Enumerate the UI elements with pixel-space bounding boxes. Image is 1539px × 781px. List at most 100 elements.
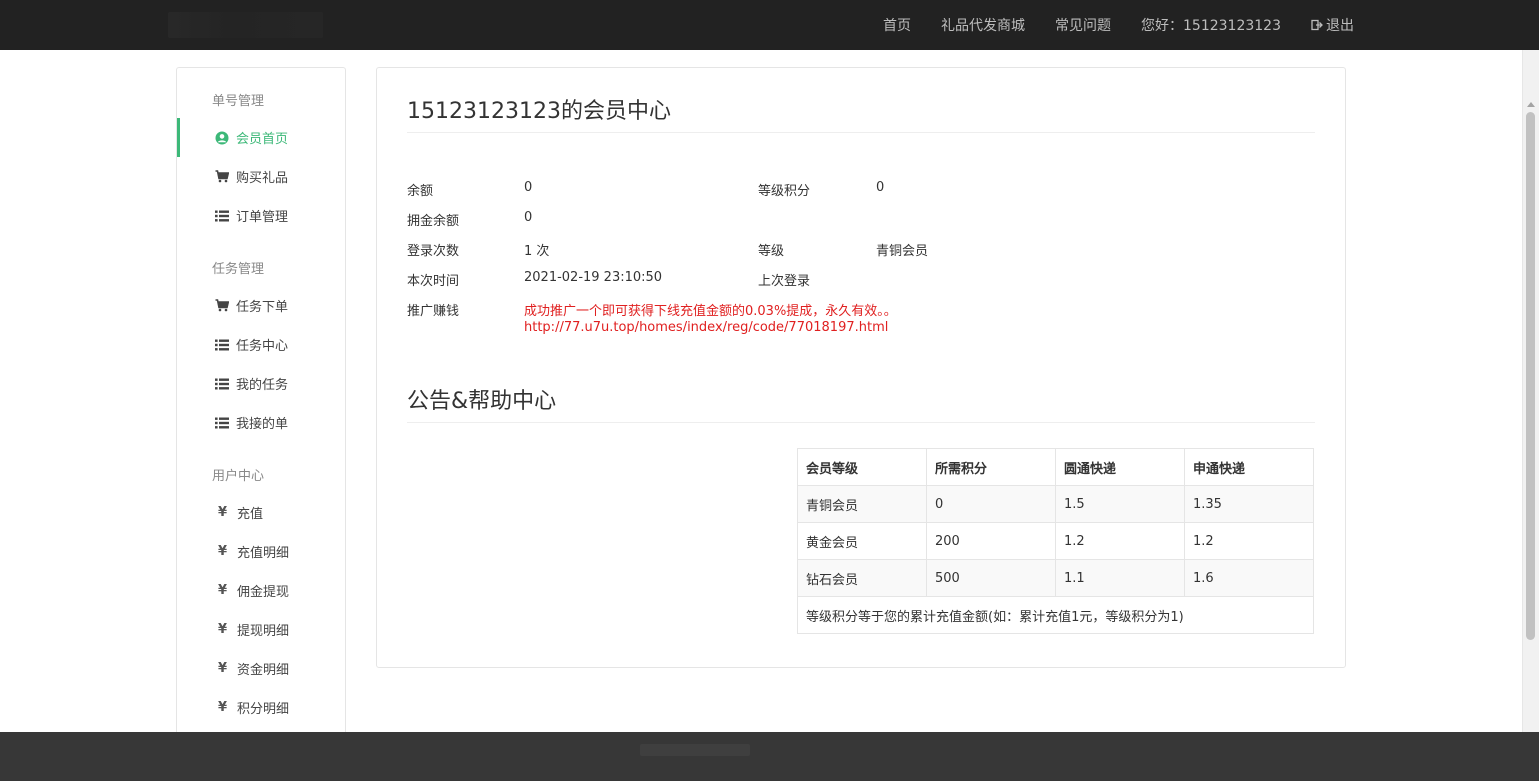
- list-icon: [215, 416, 229, 430]
- table-cell: 钻石会员: [797, 559, 927, 597]
- level-value: 青铜会员: [876, 244, 929, 259]
- notice-section-title: 公告&帮助中心: [407, 389, 557, 414]
- table-cell: 1.6: [1184, 559, 1314, 597]
- sidebar-item-my-tasks[interactable]: 我的任务: [177, 364, 345, 403]
- commission-balance-value: 0: [524, 210, 533, 225]
- column-header: 圆通快递: [1055, 448, 1185, 486]
- table-row: 钻石会员 500 1.1 1.6: [797, 559, 1314, 597]
- sidebar-item-label: 任务中心: [236, 339, 289, 354]
- yen-icon: ¥: [218, 544, 228, 559]
- site-logo[interactable]: [168, 12, 323, 38]
- sidebar-item-label: 任务下单: [236, 300, 289, 315]
- sidebar-item-label: 我接的单: [236, 417, 289, 432]
- sidebar-item-order-management[interactable]: 订单管理: [177, 196, 345, 235]
- table-header-row: 会员等级 所需积分 圆通快递 申通快递: [797, 448, 1314, 486]
- sidebar-item-task-order[interactable]: 任务下单: [177, 286, 345, 325]
- sidebar-item-recharge[interactable]: ¥ 充值: [177, 493, 345, 532]
- yen-icon: ¥: [218, 505, 228, 520]
- title-divider: [407, 132, 1315, 133]
- scrollbar-thumb[interactable]: [1526, 112, 1535, 640]
- sidebar-item-points-details[interactable]: ¥ 积分明细: [177, 688, 345, 727]
- sidebar-item-buy-gift[interactable]: 购买礼品: [177, 157, 345, 196]
- sidebar-item-task-center[interactable]: 任务中心: [177, 325, 345, 364]
- table-cell: 1.2: [1055, 522, 1185, 560]
- member-level-table: 会员等级 所需积分 圆通快递 申通快递 青铜会员 0 1.5 1.35 黄金会员…: [797, 448, 1314, 634]
- top-navbar: 首页 礼品代发商城 常见问题 您好：15123123123 退出: [0, 0, 1539, 50]
- sidebar-item-withdraw-details[interactable]: ¥ 提现明细: [177, 610, 345, 649]
- sidebar-item-label: 充值明细: [237, 546, 290, 561]
- level-points-label: 等级积分: [758, 184, 811, 199]
- sidebar-item-label: 资金明细: [237, 663, 290, 678]
- promo-referral-link[interactable]: http://77.u7u.top/homes/index/reg/code/7…: [524, 320, 888, 335]
- sidebar-item-label: 佣金提现: [237, 585, 290, 600]
- sidebar-group-order-management: 单号管理: [212, 94, 265, 109]
- table-cell: 1.5: [1055, 485, 1185, 523]
- promo-label: 推广赚钱: [407, 304, 460, 319]
- notice-divider: [407, 422, 1315, 423]
- scroll-up-arrow-icon[interactable]: [1527, 102, 1535, 107]
- sidebar-item-label: 购买礼品: [236, 171, 289, 186]
- sidebar: 单号管理 会员首页 购买礼品 订单管理 任务管理 任务下单 任务中心 我的任务 …: [176, 67, 346, 737]
- sidebar-item-member-home[interactable]: 会员首页: [177, 118, 345, 157]
- table-cell: 黄金会员: [797, 522, 927, 560]
- table-row: 黄金会员 200 1.2 1.2: [797, 522, 1314, 560]
- member-center-panel: 15123123123的会员中心 余额 0 等级积分 0 拥金余额 0 登录次数…: [376, 67, 1346, 668]
- level-label: 等级: [758, 244, 785, 259]
- nav-faq-link[interactable]: 常见问题: [1055, 15, 1111, 35]
- table-cell: 1.1: [1055, 559, 1185, 597]
- this-time-value: 2021-02-19 23:10:50: [524, 270, 663, 285]
- table-note-row: 等级积分等于您的累计充值金额(如：累计充值1元，等级积分为1): [797, 596, 1314, 634]
- login-count-label: 登录次数: [407, 244, 460, 259]
- sidebar-group-user-center: 用户中心: [212, 469, 265, 484]
- level-points-value: 0: [876, 180, 885, 195]
- page-title: 15123123123的会员中心: [407, 99, 671, 124]
- top-nav: 首页 礼品代发商城 常见问题 您好：15123123123 退出: [853, 0, 1354, 50]
- sidebar-item-fund-details[interactable]: ¥ 资金明细: [177, 649, 345, 688]
- promo-description: 成功推广一个即可获得下线充值金额的0.03%提成，永久有效。。: [524, 304, 897, 319]
- sidebar-item-accepted-orders[interactable]: 我接的单: [177, 403, 345, 442]
- column-header: 所需积分: [926, 448, 1056, 486]
- user-circle-icon: [215, 131, 229, 145]
- nav-gift-mall-link[interactable]: 礼品代发商城: [941, 15, 1025, 35]
- sidebar-item-recharge-details[interactable]: ¥ 充值明细: [177, 532, 345, 571]
- table-cell: 1.2: [1184, 522, 1314, 560]
- list-icon: [215, 377, 229, 391]
- table-cell: 青铜会员: [797, 485, 927, 523]
- sign-out-icon: [1311, 19, 1323, 31]
- list-icon: [215, 209, 229, 223]
- table-cell: 0: [926, 485, 1056, 523]
- yen-icon: ¥: [218, 661, 228, 676]
- page-scrollbar[interactable]: [1522, 50, 1539, 775]
- page-footer: [0, 732, 1539, 781]
- last-login-label: 上次登录: [758, 274, 811, 289]
- table-note: 等级积分等于您的累计充值金额(如：累计充值1元，等级积分为1): [797, 596, 1314, 634]
- user-greeting-link[interactable]: 您好：15123123123: [1141, 15, 1281, 35]
- sidebar-item-commission-withdraw[interactable]: ¥ 佣金提现: [177, 571, 345, 610]
- yen-icon: ¥: [218, 700, 228, 715]
- sidebar-item-label: 我的任务: [236, 378, 289, 393]
- balance-value: 0: [524, 180, 533, 195]
- column-header: 会员等级: [797, 448, 927, 486]
- commission-balance-label: 拥金余额: [407, 214, 460, 229]
- cart-icon: [215, 170, 229, 184]
- sidebar-item-label: 充值: [237, 507, 264, 522]
- table-row: 青铜会员 0 1.5 1.35: [797, 485, 1314, 523]
- sidebar-item-label: 会员首页: [236, 132, 289, 147]
- sidebar-item-label: 提现明细: [237, 624, 290, 639]
- this-time-label: 本次时间: [407, 274, 460, 289]
- logout-link[interactable]: 退出: [1311, 15, 1354, 35]
- yen-icon: ¥: [218, 622, 228, 637]
- table-cell: 1.35: [1184, 485, 1314, 523]
- table-cell: 500: [926, 559, 1056, 597]
- sidebar-group-task-management: 任务管理: [212, 262, 265, 277]
- table-cell: 200: [926, 522, 1056, 560]
- column-header: 申通快递: [1184, 448, 1314, 486]
- footer-copyright: [640, 744, 750, 756]
- cart-icon: [215, 299, 229, 313]
- nav-home-link[interactable]: 首页: [883, 15, 911, 35]
- yen-icon: ¥: [218, 583, 228, 598]
- sidebar-item-label: 积分明细: [237, 702, 290, 717]
- login-count-value: 1 次: [524, 244, 550, 259]
- list-icon: [215, 338, 229, 352]
- balance-label: 余额: [407, 184, 434, 199]
